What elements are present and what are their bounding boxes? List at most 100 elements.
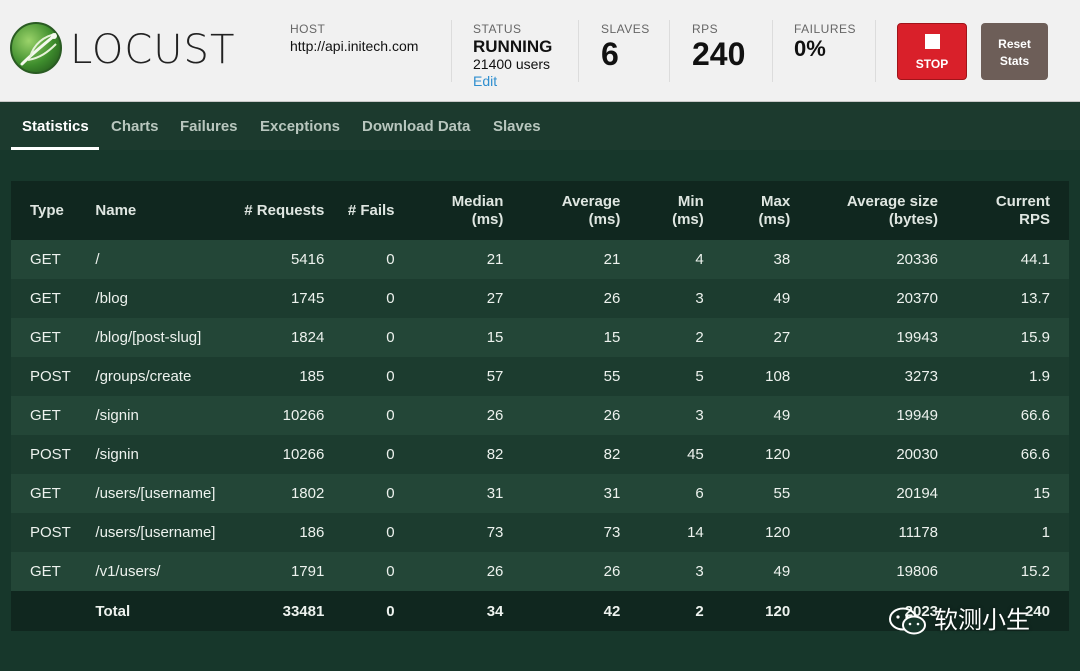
cell-current-rps: 15.9 (957, 318, 1069, 357)
cell-type: GET (11, 240, 96, 279)
cell-min: 45 (620, 435, 704, 474)
cell-median: 31 (394, 474, 504, 513)
cell-min: 3 (620, 279, 704, 318)
cell-average-size: 20194 (790, 474, 958, 513)
tab-slaves[interactable]: Slaves (493, 118, 541, 135)
cell-requests: 185 (217, 357, 325, 396)
cell-requests: 1745 (217, 279, 325, 318)
col-header-type[interactable]: Type (11, 181, 96, 240)
table-row: GET/v1/users/1791 0 26 26 3 49 19806 15.2 (11, 552, 1069, 591)
edit-link[interactable]: Edit (473, 73, 552, 90)
tab-download-data[interactable]: Download Data (362, 118, 470, 135)
slaves-value: 6 (601, 36, 619, 72)
cell-type: GET (11, 279, 96, 318)
cell-requests: 10266 (217, 396, 325, 435)
cell-type: GET (11, 396, 96, 435)
cell-current-rps: 66.6 (957, 396, 1069, 435)
cell-type: GET (11, 474, 96, 513)
cell-min: 3 (620, 552, 704, 591)
tab-failures[interactable]: Failures (180, 118, 238, 135)
slaves-box: SLAVES 6 (601, 22, 650, 72)
col-header-median[interactable]: Median (ms) (394, 181, 504, 240)
stop-button[interactable]: STOP (897, 23, 967, 80)
col-header-min[interactable]: Min (ms) (620, 181, 704, 240)
cell-average-size: 20336 (790, 240, 958, 279)
table-row: GET/signin 10266 0 26 26 3 49 19949 66.6 (11, 396, 1069, 435)
cell-name: /blog/[post-slug] (95, 318, 218, 357)
cell-name: /signin (95, 396, 218, 435)
divider (875, 20, 876, 82)
total-min: 2 (620, 591, 704, 631)
reset-label-stats: Stats (999, 54, 1030, 68)
table-row: POST/users/[username] 186 0 73 73 14 120 11178 1 (11, 513, 1069, 552)
cell-min: 14 (620, 513, 704, 552)
cell-requests: 1791 (217, 552, 325, 591)
cell-median: 27 (394, 279, 504, 318)
total-max: 120 (703, 591, 791, 631)
cell-min: 2 (620, 318, 704, 357)
tab-exceptions[interactable]: Exceptions (260, 118, 340, 135)
cell-average: 31 (503, 474, 621, 513)
cell-current-rps: 44.1 (957, 240, 1069, 279)
col-header-current-rps[interactable]: Current RPS (957, 181, 1069, 240)
cell-average: 82 (503, 435, 621, 474)
tab-statistics[interactable]: Statistics (22, 118, 89, 135)
cell-average-size: 19943 (790, 318, 958, 357)
cell-min: 5 (620, 357, 704, 396)
col-header-average-size[interactable]: Average size (bytes) (790, 181, 958, 240)
active-tab-indicator (11, 147, 99, 150)
cell-current-rps: 15.2 (957, 552, 1069, 591)
status-value: RUNNING (473, 37, 553, 56)
cell-average-size: 20030 (790, 435, 958, 474)
col-header-requests[interactable]: # Requests (217, 181, 325, 240)
total-type (11, 591, 96, 631)
cell-name: /signin (95, 435, 218, 474)
cell-median: 57 (394, 357, 504, 396)
cell-average: 21 (503, 240, 621, 279)
cell-current-rps: 1 (957, 513, 1069, 552)
tab-charts[interactable]: Charts (111, 118, 159, 135)
cell-current-rps: 66.6 (957, 435, 1069, 474)
cell-fails: 0 (324, 474, 395, 513)
cell-average: 73 (503, 513, 621, 552)
cell-median: 15 (394, 318, 504, 357)
cell-name: /users/[username] (95, 513, 218, 552)
cell-min: 4 (620, 240, 704, 279)
cell-average-size: 11178 (790, 513, 958, 552)
watermark-text: 软测小生 (934, 606, 1030, 634)
cell-max: 38 (703, 240, 791, 279)
cell-fails: 0 (324, 396, 395, 435)
cell-name: /users/[username] (95, 474, 218, 513)
cell-max: 27 (703, 318, 791, 357)
total-requests: 33481 (217, 591, 325, 631)
cell-requests: 1824 (217, 318, 325, 357)
host-value: http://api.initech.com (290, 38, 419, 54)
cell-median: 82 (394, 435, 504, 474)
cell-max: 49 (703, 396, 791, 435)
cell-average: 26 (503, 279, 621, 318)
cell-requests: 5416 (217, 240, 325, 279)
table-row: GET/blog/[post-slug] 1824 0 15 15 2 27 19943 15.… (11, 318, 1069, 357)
reset-stats-button[interactable]: Reset Stats (981, 23, 1048, 80)
col-header-fails[interactable]: # Fails (324, 181, 395, 240)
table-row: GET/blog 1745 0 27 26 3 49 20370 13.7 (11, 279, 1069, 318)
total-label: Total (95, 591, 218, 631)
reset-label: Reset (998, 37, 1031, 51)
col-header-name[interactable]: Name (95, 181, 218, 240)
total-fails: 0 (324, 591, 395, 631)
table-row: GET/5416 0 21 21 4 38 20336 44.1 (11, 240, 1069, 279)
cell-type: POST (11, 357, 96, 396)
cell-max: 55 (703, 474, 791, 513)
col-header-average[interactable]: Average (ms) (503, 181, 621, 240)
col-header-max[interactable]: Max (ms) (703, 181, 791, 240)
cell-fails: 0 (324, 552, 395, 591)
cell-current-rps: 13.7 (957, 279, 1069, 318)
host-label: HOST (290, 22, 326, 36)
table-row: POST/signin 10266 0 82 82 45 120 20030 66.6 (11, 435, 1069, 474)
cell-current-rps: 1.9 (957, 357, 1069, 396)
cell-average: 15 (503, 318, 621, 357)
cell-type: POST (11, 435, 96, 474)
failures-value: 0% (794, 36, 826, 61)
cell-average: 26 (503, 552, 621, 591)
cell-max: 120 (703, 435, 791, 474)
